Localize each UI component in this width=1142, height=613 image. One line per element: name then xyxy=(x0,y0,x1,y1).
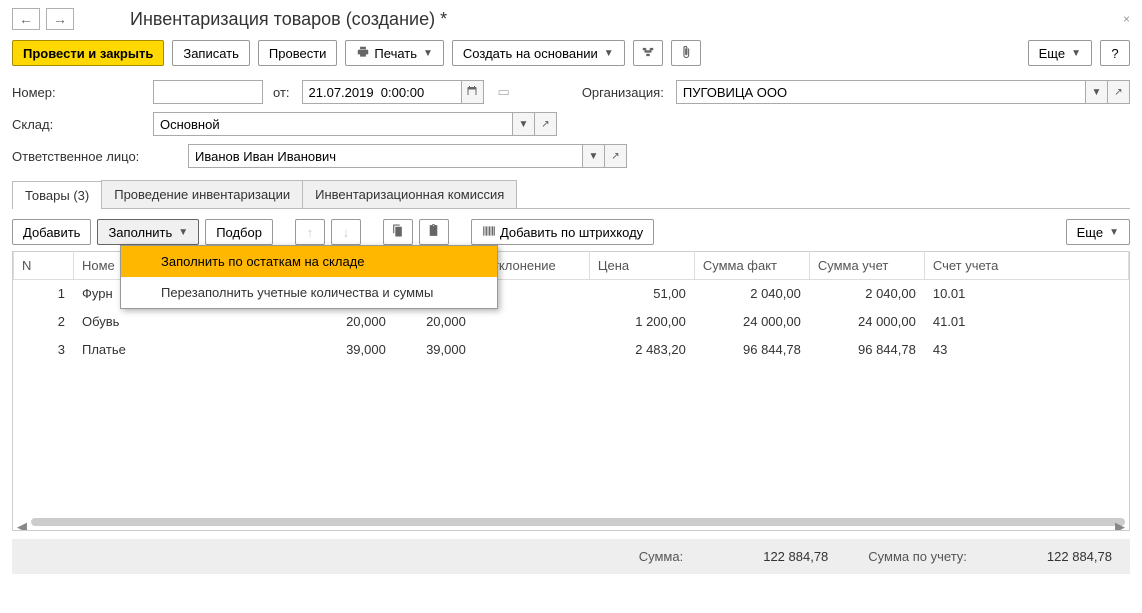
organization-input[interactable] xyxy=(676,80,1086,104)
arrow-right-icon: → xyxy=(53,11,67,27)
arrow-left-icon: ← xyxy=(19,11,33,27)
more-button[interactable]: Еще ▼ xyxy=(1028,40,1092,66)
tab-goods[interactable]: Товары (3) xyxy=(12,181,102,209)
table-row[interactable]: 2 Обувь 20,000 20,000 1 200,00 24 000,00… xyxy=(14,308,1129,336)
chevron-down-icon: ▼ xyxy=(423,48,433,59)
create-based-label: Создать на основании xyxy=(463,46,598,61)
table-row[interactable]: 3 Платье 39,000 39,000 2 483,20 96 844,7… xyxy=(14,336,1129,364)
sum-acc-label: Сумма по учету: xyxy=(868,549,967,564)
paperclip-icon xyxy=(679,45,693,62)
number-label: Номер: xyxy=(12,85,147,100)
col-sum-acc[interactable]: Сумма учет xyxy=(809,252,924,280)
warehouse-dropdown-button[interactable]: ▼ xyxy=(513,112,535,136)
from-label: от: xyxy=(273,85,290,100)
sum-acc-value: 122 884,78 xyxy=(1047,549,1112,564)
page-title: Инвентаризация товаров (создание) * xyxy=(130,9,447,30)
scroll-right-icon[interactable]: ▶ xyxy=(1115,519,1125,529)
responsible-dropdown-button[interactable]: ▼ xyxy=(583,144,605,168)
close-icon[interactable]: × xyxy=(1123,12,1130,26)
org-dropdown-button[interactable]: ▼ xyxy=(1086,80,1108,104)
sum-label: Сумма: xyxy=(639,549,683,564)
table-more-button[interactable]: Еще ▼ xyxy=(1066,219,1130,245)
paste-button[interactable] xyxy=(419,219,449,245)
menu-refill-amounts[interactable]: Перезаполнить учетные количества и суммы xyxy=(121,277,497,308)
print-label: Печать xyxy=(374,46,417,61)
pick-button[interactable]: Подбор xyxy=(205,219,273,245)
warehouse-input[interactable] xyxy=(153,112,513,136)
post-and-close-button[interactable]: Провести и закрыть xyxy=(12,40,164,66)
doc-status-icon: ▭ xyxy=(498,84,510,100)
table-more-label: Еще xyxy=(1077,225,1103,240)
barcode-icon xyxy=(482,224,496,241)
add-row-button[interactable]: Добавить xyxy=(12,219,91,245)
arrow-up-icon: ↑ xyxy=(307,225,314,240)
warehouse-open-button[interactable]: ↗ xyxy=(535,112,557,136)
open-icon: ↗ xyxy=(541,119,549,130)
totals-bar: Сумма: 122 884,78 Сумма по учету: 122 88… xyxy=(12,539,1130,574)
responsible-open-button[interactable]: ↗ xyxy=(605,144,627,168)
tab-commission[interactable]: Инвентаризационная комиссия xyxy=(302,180,517,208)
calendar-icon xyxy=(466,85,478,100)
chevron-down-icon: ▼ xyxy=(1071,48,1081,59)
calendar-button[interactable] xyxy=(462,80,484,104)
fill-button[interactable]: Заполнить ▼ xyxy=(97,219,199,245)
arrow-down-icon: ↓ xyxy=(343,225,350,240)
chevron-down-icon: ▼ xyxy=(519,119,529,130)
barcode-label: Добавить по штрихкоду xyxy=(500,225,643,240)
warehouse-label: Склад: xyxy=(12,117,147,132)
fill-label: Заполнить xyxy=(108,225,172,240)
printer-icon xyxy=(356,45,370,62)
chevron-down-icon: ▼ xyxy=(604,48,614,59)
col-sum-fact[interactable]: Сумма факт xyxy=(694,252,809,280)
nav-forward-button[interactable]: → xyxy=(46,8,74,30)
more-label: Еще xyxy=(1039,46,1065,61)
chevron-down-icon: ▼ xyxy=(589,151,599,162)
nav-back-button[interactable]: ← xyxy=(12,8,40,30)
add-by-barcode-button[interactable]: Добавить по штрихкоду xyxy=(471,219,654,245)
attachment-button[interactable] xyxy=(671,40,701,66)
write-button[interactable]: Записать xyxy=(172,40,250,66)
org-open-button[interactable]: ↗ xyxy=(1108,80,1130,104)
copy-button[interactable] xyxy=(383,219,413,245)
responsible-input[interactable] xyxy=(188,144,583,168)
chevron-down-icon: ▼ xyxy=(1109,227,1119,238)
copy-icon xyxy=(391,224,404,240)
structure-button[interactable] xyxy=(633,40,663,66)
responsible-label: Ответственное лицо: xyxy=(12,149,182,164)
org-label: Организация: xyxy=(582,85,664,100)
date-input[interactable] xyxy=(302,80,462,104)
col-account[interactable]: Счет учета xyxy=(924,252,1128,280)
post-button[interactable]: Провести xyxy=(258,40,338,66)
chevron-down-icon: ▼ xyxy=(1092,87,1102,98)
col-n[interactable]: N xyxy=(14,252,74,280)
structure-icon xyxy=(641,45,655,62)
open-icon: ↗ xyxy=(611,151,619,162)
tab-conduct[interactable]: Проведение инвентаризации xyxy=(101,180,303,208)
fill-dropdown-menu: Заполнить по остаткам на складе Перезапо… xyxy=(120,245,498,309)
move-down-button[interactable]: ↓ xyxy=(331,219,361,245)
sum-value: 122 884,78 xyxy=(763,549,828,564)
help-button[interactable]: ? xyxy=(1100,40,1130,66)
chevron-down-icon: ▼ xyxy=(178,227,188,238)
create-based-on-button[interactable]: Создать на основании ▼ xyxy=(452,40,625,66)
paste-icon xyxy=(427,224,440,240)
number-input[interactable] xyxy=(153,80,263,104)
col-price[interactable]: Цена xyxy=(589,252,694,280)
move-up-button[interactable]: ↑ xyxy=(295,219,325,245)
open-icon: ↗ xyxy=(1114,87,1122,98)
print-button[interactable]: Печать ▼ xyxy=(345,40,444,66)
scroll-left-icon[interactable]: ◀ xyxy=(17,519,27,529)
horizontal-scrollbar[interactable] xyxy=(31,518,1125,526)
menu-fill-by-stock[interactable]: Заполнить по остаткам на складе xyxy=(121,246,497,277)
